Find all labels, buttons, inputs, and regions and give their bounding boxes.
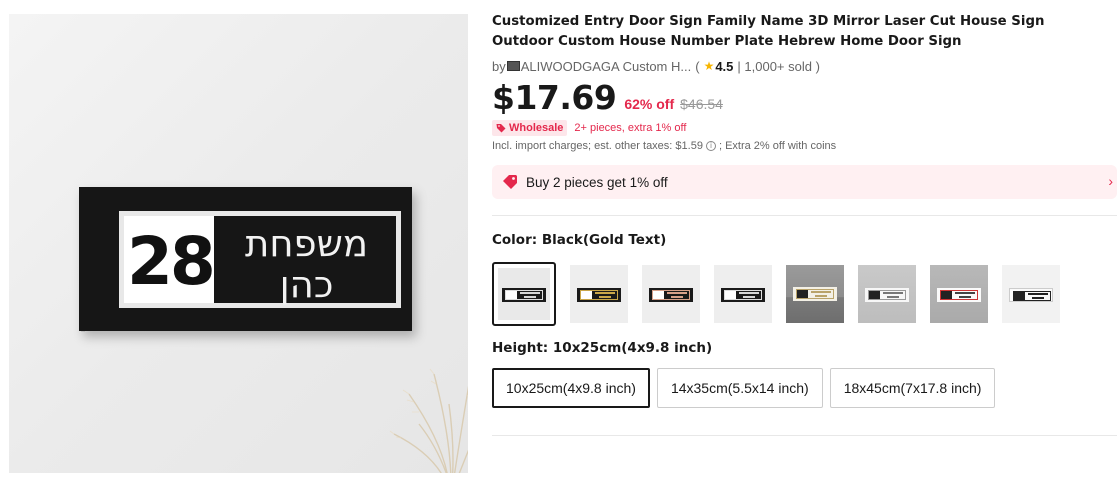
coupon-tag-icon [503,175,517,189]
by-label: by [492,58,506,74]
promo-text: Buy 2 pieces get 1% off [526,174,668,190]
color-swatch-5[interactable] [786,265,844,323]
promo-banner[interactable]: Buy 2 pieces get 1% off › [492,165,1117,199]
color-swatch-3[interactable] [642,265,700,323]
tax-info-line: Incl. import charges; est. other taxes: … [492,139,1117,153]
star-icon: ★ [703,59,715,73]
info-icon[interactable]: i [705,141,716,151]
door-sign-plaque: 28 משפחת כהן [79,187,412,331]
wholesale-row: Wholesale 2+ pieces, extra 1% off [492,120,1117,136]
store-rating-line: by ALIWOODGAGA Custom H... ( ★ 4.5 | 1,0… [492,58,1117,74]
size-option-list: 10x25cm(4x9.8 inch) 14x35cm(5.5x14 inch)… [492,368,1117,408]
size-option-14x35[interactable]: 14x35cm(5.5x14 inch) [656,368,823,408]
color-swatch-list [492,262,1117,326]
plaque-house-number: 28 [127,223,216,300]
product-title: Customized Entry Door Sign Family Name 3… [492,14,1045,49]
wholesale-badge-label: Wholesale [509,122,564,134]
plaque-family-line: משפחת [245,222,368,265]
store-name-link[interactable]: ALIWOODGAGA Custom H... [521,59,691,74]
color-swatch-8[interactable] [1002,265,1060,323]
color-swatch-2[interactable] [570,265,628,323]
product-main-image[interactable]: 28 משפחת כהן [9,14,468,473]
color-swatch-7[interactable] [930,265,988,323]
color-swatch-6[interactable] [858,265,916,323]
color-swatch-4[interactable] [714,265,772,323]
product-info-panel: Customized Entry Door Sign Family Name 3… [492,12,1117,436]
pampas-grass-decoration [389,368,468,473]
coins-text: ; Extra 2% off with coins [718,140,837,152]
rating-open-paren: ( [695,58,700,74]
color-swatch-black-gold[interactable] [492,262,556,326]
size-option-10x25[interactable]: 10x25cm(4x9.8 inch) [492,368,650,408]
current-price: $17.69 [492,78,617,117]
wholesale-badge[interactable]: Wholesale [492,120,568,136]
sold-count: | 1,000+ sold ) [737,58,820,74]
rating-value[interactable]: 4.5 [715,59,733,74]
plaque-name-line: כהן [279,263,334,306]
wholesale-offer-text: 2+ pieces, extra 1% off [574,122,687,134]
section-divider-bottom [492,435,1117,436]
store-logo-icon [506,61,520,71]
original-price: $46.54 [680,96,723,112]
price-row: $17.69 62% off $46.54 [492,78,1117,118]
section-divider [492,215,1117,216]
height-label: Height: 10x25cm(4x9.8 inch) [492,340,713,356]
size-option-18x45[interactable]: 18x45cm(7x17.8 inch) [829,368,996,408]
tag-icon [496,124,506,133]
chevron-right-icon: › [1108,173,1113,189]
tax-text: Incl. import charges; est. other taxes: … [492,140,703,152]
color-label: Color: Black(Gold Text) [492,232,667,248]
discount-percent: 62% off [624,96,675,112]
